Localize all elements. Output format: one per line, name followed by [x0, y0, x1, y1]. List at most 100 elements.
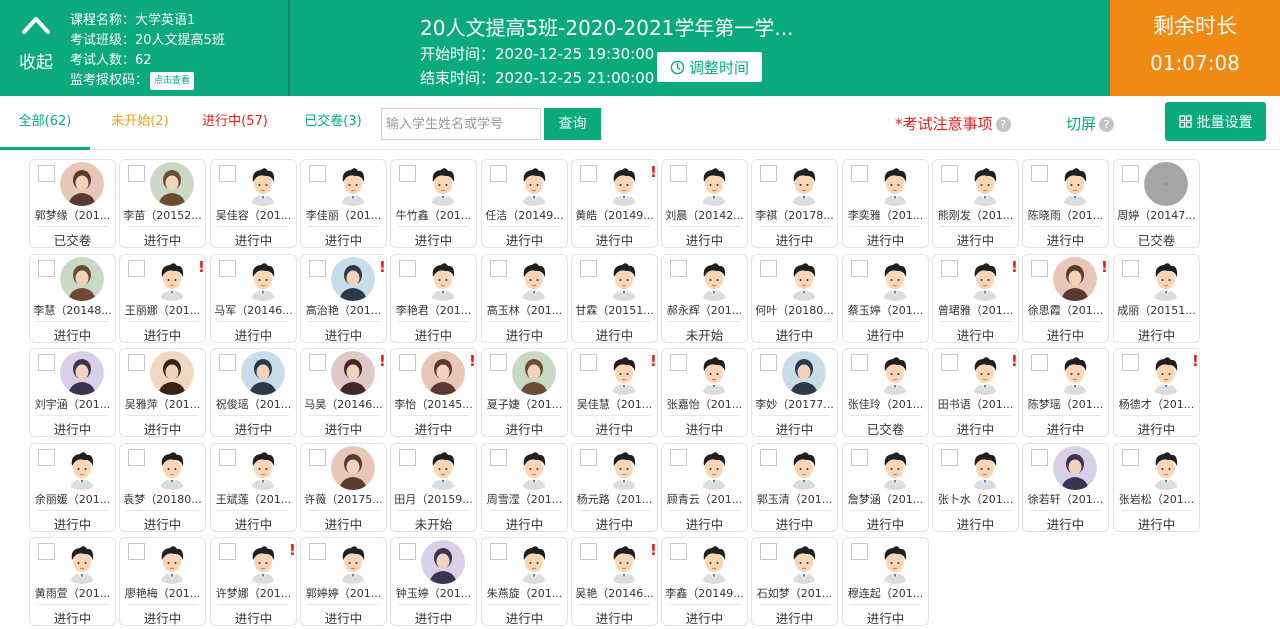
student-card[interactable]: 熊刚发（201... 进行中	[932, 159, 1019, 248]
student-checkbox[interactable]	[670, 165, 687, 182]
student-checkbox[interactable]	[851, 543, 868, 560]
student-card[interactable]: 成丽（20151... 进行中	[1113, 254, 1200, 343]
student-checkbox[interactable]	[1031, 260, 1048, 277]
student-checkbox[interactable]	[670, 543, 687, 560]
student-checkbox[interactable]	[851, 165, 868, 182]
student-checkbox[interactable]	[490, 354, 507, 371]
student-checkbox[interactable]	[490, 165, 507, 182]
student-checkbox[interactable]	[38, 543, 55, 560]
student-checkbox[interactable]	[399, 543, 416, 560]
student-card[interactable]: ! 王丽娜（201... 进行中	[119, 254, 206, 343]
student-checkbox[interactable]	[219, 354, 236, 371]
student-card[interactable]: 许薇（20175... 进行中	[300, 443, 387, 532]
student-checkbox[interactable]	[580, 354, 597, 371]
student-checkbox[interactable]	[399, 260, 416, 277]
student-checkbox[interactable]	[941, 449, 958, 466]
student-card[interactable]: ! 马昊（20146... 进行中	[300, 348, 387, 437]
student-card[interactable]: ! 曾珺雅（201... 进行中	[932, 254, 1019, 343]
student-checkbox[interactable]	[38, 354, 55, 371]
student-card[interactable]: ! 徐思霞（201... 进行中	[1022, 254, 1109, 343]
student-card[interactable]: ! 田书语（201... 进行中	[932, 348, 1019, 437]
student-card[interactable]: 袁梦（20180... 进行中	[119, 443, 206, 532]
student-card[interactable]: 任洁（20149... 进行中	[481, 159, 568, 248]
student-card[interactable]: 黄雨萱（201... 进行中	[29, 537, 116, 626]
view-proctor-code-button[interactable]: 点击查看	[150, 71, 195, 90]
student-card[interactable]: 张嘉怡（201... 进行中	[661, 348, 748, 437]
student-checkbox[interactable]	[128, 165, 145, 182]
student-checkbox[interactable]	[128, 449, 145, 466]
student-checkbox[interactable]	[309, 354, 326, 371]
student-checkbox[interactable]	[219, 449, 236, 466]
student-card[interactable]: 周婷（20147... 已交卷	[1113, 159, 1200, 248]
student-card[interactable]: 杨元路（201... 进行中	[571, 443, 658, 532]
student-card[interactable]: 李妙（20177... 进行中	[751, 348, 838, 437]
student-checkbox[interactable]	[1031, 165, 1048, 182]
student-checkbox[interactable]	[38, 260, 55, 277]
student-checkbox[interactable]	[219, 260, 236, 277]
student-checkbox[interactable]	[580, 543, 597, 560]
student-card[interactable]: 马军（20146... 进行中	[210, 254, 297, 343]
student-card[interactable]: 刘宇涵（201... 进行中	[29, 348, 116, 437]
student-card[interactable]: 李鑫（20149... 进行中	[661, 537, 748, 626]
tab-all[interactable]: 全部(62)	[0, 96, 90, 150]
student-checkbox[interactable]	[941, 165, 958, 182]
student-checkbox[interactable]	[399, 354, 416, 371]
batch-settings-button[interactable]: 批量设置	[1165, 102, 1266, 141]
student-card[interactable]: ! 黄皓（20149... 进行中	[571, 159, 658, 248]
student-checkbox[interactable]	[851, 260, 868, 277]
student-card[interactable]: 陈梦瑶（201... 进行中	[1022, 348, 1109, 437]
adjust-time-button[interactable]: 调整时间	[657, 52, 762, 82]
student-card[interactable]: 甘霖（20151... 进行中	[571, 254, 658, 343]
student-checkbox[interactable]	[760, 354, 777, 371]
student-card[interactable]: 王斌莲（201... 进行中	[210, 443, 297, 532]
student-checkbox[interactable]	[670, 354, 687, 371]
student-checkbox[interactable]	[1031, 449, 1048, 466]
student-card[interactable]: 余丽媛（201... 进行中	[29, 443, 116, 532]
student-checkbox[interactable]	[941, 354, 958, 371]
student-checkbox[interactable]	[760, 260, 777, 277]
student-card[interactable]: 陈晓雨（201... 进行中	[1022, 159, 1109, 248]
tab-in-progress[interactable]: 进行中(57)	[190, 96, 280, 150]
student-card[interactable]: ! 吴佳慧（201... 进行中	[571, 348, 658, 437]
student-card[interactable]: 刘晨（20142... 进行中	[661, 159, 748, 248]
student-card[interactable]: 石如梦（201... 进行中	[751, 537, 838, 626]
student-checkbox[interactable]	[399, 165, 416, 182]
student-checkbox[interactable]	[1122, 165, 1139, 182]
student-card[interactable]: 张卜水（201... 进行中	[932, 443, 1019, 532]
student-checkbox[interactable]	[219, 165, 236, 182]
student-checkbox[interactable]	[1031, 354, 1048, 371]
student-checkbox[interactable]	[851, 449, 868, 466]
student-checkbox[interactable]	[490, 543, 507, 560]
student-card[interactable]: 廖艳梅（201... 进行中	[119, 537, 206, 626]
student-checkbox[interactable]	[941, 260, 958, 277]
student-card[interactable]: ! 高治艳（201... 进行中	[300, 254, 387, 343]
student-checkbox[interactable]	[38, 165, 55, 182]
student-card[interactable]: 吴雅萍（201... 进行中	[119, 348, 206, 437]
student-checkbox[interactable]	[580, 165, 597, 182]
search-button[interactable]: 查询	[544, 108, 601, 140]
student-card[interactable]: 郭婷婷（201... 进行中	[300, 537, 387, 626]
student-card[interactable]: ! 许梦娜（201... 进行中	[210, 537, 297, 626]
student-checkbox[interactable]	[309, 260, 326, 277]
student-card[interactable]: 祝俊瑶（201... 进行中	[210, 348, 297, 437]
student-card[interactable]: 夏子婕（201... 进行中	[481, 348, 568, 437]
student-checkbox[interactable]	[760, 165, 777, 182]
student-card[interactable]: 何叶（20180... 进行中	[751, 254, 838, 343]
student-card[interactable]: 张岩松（201... 进行中	[1113, 443, 1200, 532]
student-checkbox[interactable]	[38, 449, 55, 466]
student-card[interactable]: 徐若轩（201... 进行中	[1022, 443, 1109, 532]
student-checkbox[interactable]	[309, 449, 326, 466]
student-card[interactable]: 詹梦涵（201... 进行中	[842, 443, 929, 532]
student-checkbox[interactable]	[851, 354, 868, 371]
student-card[interactable]: 吴佳容（201... 进行中	[210, 159, 297, 248]
student-card[interactable]: ! 杨德才（201... 进行中	[1113, 348, 1200, 437]
student-card[interactable]: 郭梦缘（201... 已交卷	[29, 159, 116, 248]
student-checkbox[interactable]	[128, 260, 145, 277]
student-card[interactable]: 李佳丽（201... 进行中	[300, 159, 387, 248]
student-checkbox[interactable]	[128, 354, 145, 371]
student-checkbox[interactable]	[760, 543, 777, 560]
student-checkbox[interactable]	[760, 449, 777, 466]
student-card[interactable]: 张佳玲（201... 已交卷	[842, 348, 929, 437]
exam-notice-link[interactable]: *考试注意事项?	[895, 113, 1011, 134]
student-checkbox[interactable]	[670, 449, 687, 466]
